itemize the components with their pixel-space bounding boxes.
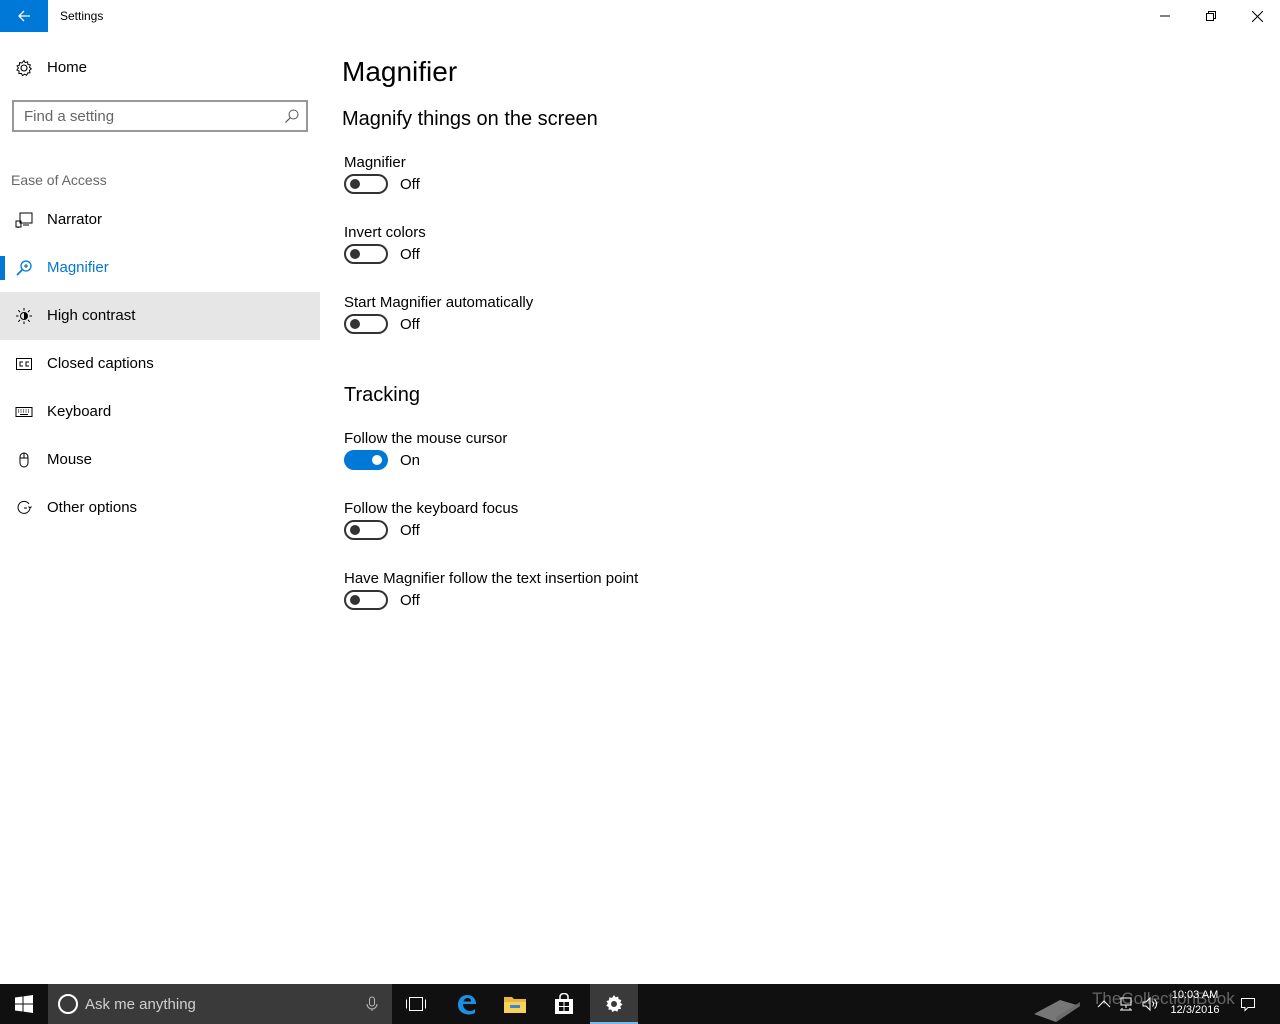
setting-follow-keyboard: Follow the keyboard focus Off: [344, 500, 944, 560]
store-icon: [555, 993, 573, 1014]
minimize-button[interactable]: [1142, 0, 1188, 32]
sidebar-item-label: Narrator: [47, 211, 103, 228]
close-icon: [1251, 10, 1263, 22]
sidebar-item-mouse[interactable]: Mouse: [0, 436, 320, 484]
sidebar-item-label: Magnifier: [47, 259, 109, 276]
sidebar-item-other-options[interactable]: Other options: [0, 484, 320, 532]
taskbar-search-placeholder: Ask me anything: [85, 996, 196, 1013]
microphone-icon[interactable]: [364, 996, 380, 1012]
clock-date: 12/3/2016: [1170, 1004, 1220, 1016]
group-title-magnify: Magnify things on the screen: [342, 108, 598, 130]
gear-icon: [14, 58, 34, 78]
clock-time: 10:03 AM: [1171, 989, 1219, 1001]
sidebar-item-home[interactable]: Home: [0, 52, 320, 84]
toggle-state: Off: [400, 522, 420, 539]
volume-icon[interactable]: [1142, 996, 1158, 1012]
magnifier-icon: [14, 258, 34, 278]
setting-follow-mouse: Follow the mouse cursor On: [344, 430, 944, 490]
toggle-knob: [350, 595, 360, 605]
sidebar-item-label: Keyboard: [47, 403, 112, 420]
back-button[interactable]: [0, 0, 48, 32]
high-contrast-icon: [14, 306, 34, 326]
toggle-state: Off: [400, 176, 420, 193]
search-input[interactable]: [14, 102, 274, 130]
main-content: Magnifier Magnify things on the screen M…: [342, 32, 1242, 972]
minimize-icon: [1160, 15, 1170, 17]
toggle-knob: [372, 455, 382, 465]
taskbar-clock[interactable]: 10:03 AM 12/3/2016: [1162, 988, 1228, 1018]
restore-button[interactable]: [1188, 0, 1234, 32]
setting-label: Magnifier: [344, 154, 406, 171]
sidebar-item-label: Closed captions: [47, 355, 154, 372]
toggle-knob: [350, 249, 360, 259]
sidebar-item-narrator[interactable]: Narrator: [0, 196, 320, 244]
restore-icon: [1206, 11, 1216, 21]
setting-magnifier: Magnifier Off: [344, 154, 944, 214]
closed-captions-icon: [14, 354, 34, 374]
selection-indicator: [0, 256, 5, 280]
sidebar: Home Ease of Access Narrator: [0, 32, 320, 984]
action-center-icon[interactable]: [1240, 996, 1256, 1012]
file-explorer-button[interactable]: [491, 984, 539, 1024]
settings-search-box[interactable]: [12, 100, 308, 132]
sidebar-item-label: High contrast: [47, 307, 136, 324]
toggle-knob: [350, 179, 360, 189]
setting-follow-text-insertion: Have Magnifier follow the text insertion…: [344, 570, 944, 630]
setting-label: Invert colors: [344, 224, 426, 241]
settings-gear-icon: [606, 995, 623, 1013]
section-header: Ease of Access: [11, 172, 107, 188]
window-title: Settings: [60, 9, 104, 23]
close-button[interactable]: [1234, 0, 1280, 32]
watermark-book-logo: [1034, 1000, 1080, 1022]
magnifier-toggle[interactable]: [344, 174, 388, 194]
setting-label: Follow the keyboard focus: [344, 500, 519, 517]
toggle-knob: [350, 319, 360, 329]
toggle-state: Off: [400, 246, 420, 263]
taskbar: Ask me anything TheCollectionBook 10:03 …: [0, 984, 1280, 1024]
edge-button[interactable]: [442, 984, 490, 1024]
follow-text-insertion-toggle[interactable]: [344, 590, 388, 610]
follow-mouse-toggle[interactable]: [344, 450, 388, 470]
toggle-state: Off: [400, 316, 420, 333]
settings-taskbar-button[interactable]: [590, 984, 638, 1024]
sidebar-item-label: Mouse: [47, 451, 93, 468]
sidebar-item-label: Other options: [47, 499, 138, 516]
sidebar-item-closed-captions[interactable]: Closed captions: [0, 340, 320, 388]
setting-invert-colors: Invert colors Off: [344, 224, 944, 284]
store-button[interactable]: [540, 984, 588, 1024]
back-arrow-icon: [18, 10, 30, 22]
chevron-up-icon[interactable]: [1096, 996, 1112, 1012]
mouse-icon: [14, 450, 34, 470]
setting-start-automatically: Start Magnifier automatically Off: [344, 294, 944, 354]
sidebar-item-magnifier[interactable]: Magnifier: [0, 244, 320, 292]
other-options-icon: [14, 498, 34, 518]
group-title-tracking: Tracking: [344, 384, 420, 406]
toggle-state: Off: [400, 592, 420, 609]
home-label: Home: [47, 59, 88, 76]
follow-keyboard-toggle[interactable]: [344, 520, 388, 540]
sidebar-item-high-contrast[interactable]: High contrast: [0, 292, 320, 340]
toggle-knob: [350, 525, 360, 535]
keyboard-icon: [14, 402, 34, 422]
folder-icon: [504, 997, 526, 1013]
windows-logo-icon: [15, 995, 33, 1013]
title-bar: Settings: [0, 0, 1280, 32]
page-title: Magnifier: [342, 56, 458, 87]
invert-colors-toggle[interactable]: [344, 244, 388, 264]
network-icon[interactable]: [1118, 996, 1134, 1012]
narrator-icon: [14, 210, 34, 230]
start-automatically-toggle[interactable]: [344, 314, 388, 334]
sidebar-item-keyboard[interactable]: Keyboard: [0, 388, 320, 436]
task-view-icon: [406, 997, 426, 1011]
setting-label: Follow the mouse cursor: [344, 430, 508, 447]
taskbar-search-box[interactable]: Ask me anything: [48, 984, 392, 1024]
setting-label: Start Magnifier automatically: [344, 294, 534, 311]
setting-label: Have Magnifier follow the text insertion…: [344, 570, 639, 587]
cortana-icon: [58, 994, 78, 1014]
task-view-button[interactable]: [392, 984, 440, 1024]
toggle-state: On: [400, 452, 421, 469]
edge-icon: [458, 995, 476, 1015]
search-icon[interactable]: [284, 108, 300, 124]
start-button[interactable]: [0, 984, 48, 1024]
